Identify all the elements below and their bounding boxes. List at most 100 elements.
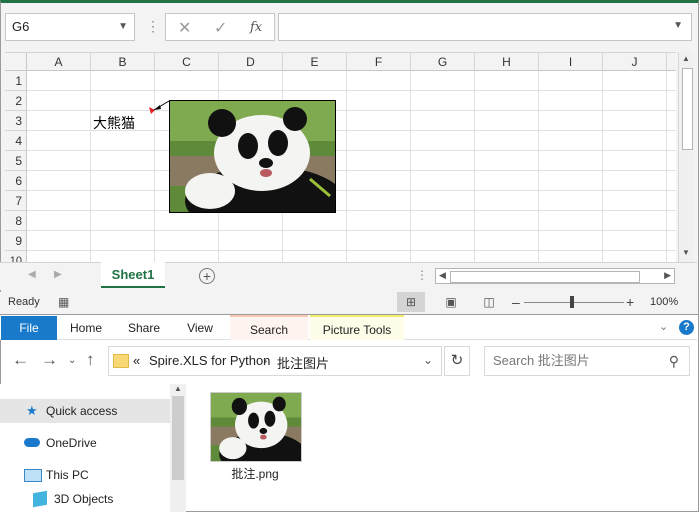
row-header-9[interactable]: 9 [5, 231, 27, 251]
gridline [27, 210, 676, 211]
tab-picture-tools[interactable]: Picture Tools [310, 315, 404, 340]
tab-home[interactable]: Home [62, 316, 110, 340]
nav-scroll-up-icon[interactable]: ▲ [174, 384, 182, 393]
vertical-scrollbar[interactable]: ▲ ▼ [678, 52, 694, 262]
name-box-dropdown-icon[interactable]: ▼ [118, 14, 128, 40]
row-header-7[interactable]: 7 [5, 191, 27, 211]
cloud-icon [24, 438, 40, 447]
breadcrumb-current-folder[interactable]: 批注图片 [277, 353, 329, 372]
nav-pane-scrollbar[interactable]: ▲ [170, 384, 186, 512]
help-icon[interactable]: ? [679, 320, 694, 335]
page-layout-button[interactable]: ▣ [437, 292, 465, 312]
comment-panda-picture[interactable] [169, 100, 336, 213]
add-sheet-icon[interactable]: + [199, 268, 215, 284]
prev-sheet-icon[interactable]: ◀ [28, 269, 36, 280]
search-icon[interactable]: ⚲ [669, 347, 679, 375]
page-layout-icon: ▣ [445, 295, 457, 309]
row-header-8[interactable]: 8 [5, 211, 27, 231]
tab-view[interactable]: View [176, 316, 224, 340]
macro-record-icon[interactable]: ▦ [58, 295, 69, 309]
insert-function-icon[interactable]: fx [250, 20, 262, 35]
column-header-c[interactable]: C [155, 53, 219, 71]
breadcrumb-overflow[interactable]: « [133, 353, 140, 368]
tab-splitter-icon[interactable]: ⋮ [416, 268, 428, 282]
zoom-level[interactable]: 100% [650, 296, 678, 308]
scroll-left-icon[interactable]: ◀ [439, 270, 446, 281]
address-dropdown-icon[interactable]: ⌄ [423, 353, 433, 367]
zoom-slider-thumb[interactable] [570, 296, 574, 308]
normal-view-button[interactable]: ⊞ [397, 292, 425, 312]
nav-scroll-thumb[interactable] [172, 396, 184, 480]
refresh-button[interactable]: ↻ [444, 346, 470, 376]
refresh-icon: ↻ [450, 352, 464, 369]
gridline [666, 71, 667, 262]
next-sheet-icon[interactable]: ▶ [54, 269, 62, 280]
row-header-10[interactable]: 10 [5, 251, 27, 262]
formula-bar-expand-icon[interactable]: ▼ [673, 20, 683, 31]
ribbon-expand-icon[interactable]: ⌄ [659, 320, 668, 333]
panda-thumbnail-image [211, 393, 301, 461]
column-header-b[interactable]: B [91, 53, 155, 71]
enter-check-icon[interactable]: ✓ [214, 18, 227, 38]
row-header-3[interactable]: 3 [5, 111, 27, 131]
nav-item-label: OneDrive [46, 436, 97, 450]
horizontal-scroll-thumb[interactable] [450, 271, 640, 283]
nav-item-quick-access[interactable]: ★ Quick access [0, 399, 170, 423]
row-header-5[interactable]: 5 [5, 151, 27, 171]
row-header-2[interactable]: 2 [5, 91, 27, 111]
nav-item-onedrive[interactable]: OneDrive [0, 431, 170, 455]
column-header-g[interactable]: G [411, 53, 475, 71]
column-header-i[interactable]: I [539, 53, 603, 71]
nav-item-3d-objects[interactable]: 3D Objects [0, 487, 170, 511]
forward-arrow-icon[interactable]: → [41, 350, 58, 370]
column-header-e[interactable]: E [283, 53, 347, 71]
page-break-icon: ◫ [483, 295, 495, 309]
formula-bar-input[interactable]: ▼ [278, 13, 692, 41]
page-break-button[interactable]: ◫ [475, 292, 503, 312]
column-header-j[interactable]: J [603, 53, 667, 71]
select-all-corner[interactable] [5, 53, 27, 71]
zoom-in-icon[interactable]: + [626, 294, 634, 310]
computer-icon [24, 469, 42, 482]
scroll-down-icon[interactable]: ▼ [682, 248, 690, 257]
star-icon: ★ [26, 403, 38, 418]
file-item[interactable]: 批注.png [205, 388, 305, 488]
file-name: 批注.png [231, 467, 279, 481]
up-arrow-icon[interactable]: ↑ [86, 350, 95, 370]
tab-file[interactable]: File [1, 316, 57, 340]
row-header-1[interactable]: 1 [5, 71, 27, 91]
vertical-scroll-thumb[interactable] [682, 68, 693, 150]
breadcrumb-separator-icon[interactable]: › [263, 353, 267, 368]
column-header-a[interactable]: A [27, 53, 91, 71]
address-bar[interactable]: « Spire.XLS for Python › 批注图片 ⌄ [108, 346, 442, 376]
back-arrow-icon[interactable]: ← [12, 350, 29, 370]
cube-icon [33, 490, 47, 508]
gridline [27, 90, 676, 91]
tab-search[interactable]: Search [230, 315, 308, 340]
column-header-f[interactable]: F [347, 53, 411, 71]
name-box[interactable]: G6 ▼ [5, 13, 135, 41]
scroll-right-icon[interactable]: ▶ [664, 270, 671, 281]
horizontal-scrollbar[interactable]: ◀ ▶ [435, 268, 675, 284]
column-header-h[interactable]: H [475, 53, 539, 71]
gridline [27, 150, 676, 151]
tab-share[interactable]: Share [120, 316, 168, 340]
search-box[interactable]: Search 批注图片 ⚲ [484, 346, 690, 376]
column-header-d[interactable]: D [219, 53, 283, 71]
row-header-4[interactable]: 4 [5, 131, 27, 151]
breadcrumb-spire-xls[interactable]: Spire.XLS for Python [149, 353, 270, 368]
zoom-out-icon[interactable]: – [512, 294, 520, 310]
sheet-tab-sheet1[interactable]: Sheet1 [101, 262, 165, 288]
recent-locations-icon[interactable]: ⌄ [68, 355, 76, 366]
nav-item-label: This PC [46, 468, 89, 482]
cancel-icon[interactable]: ✕ [178, 18, 191, 38]
spreadsheet-grid[interactable]: A B C D E F G H I J 1 2 3 4 5 6 7 8 9 10… [5, 52, 676, 262]
gridline [27, 230, 676, 231]
row-header-6[interactable]: 6 [5, 171, 27, 191]
cell-b3-text[interactable]: 大熊猫 [93, 113, 135, 133]
column-header-partial[interactable] [667, 53, 676, 71]
zoom-slider[interactable] [524, 302, 624, 303]
scroll-up-icon[interactable]: ▲ [682, 54, 690, 63]
name-box-value: G6 [12, 19, 30, 34]
nav-item-this-pc[interactable]: This PC [0, 463, 170, 487]
